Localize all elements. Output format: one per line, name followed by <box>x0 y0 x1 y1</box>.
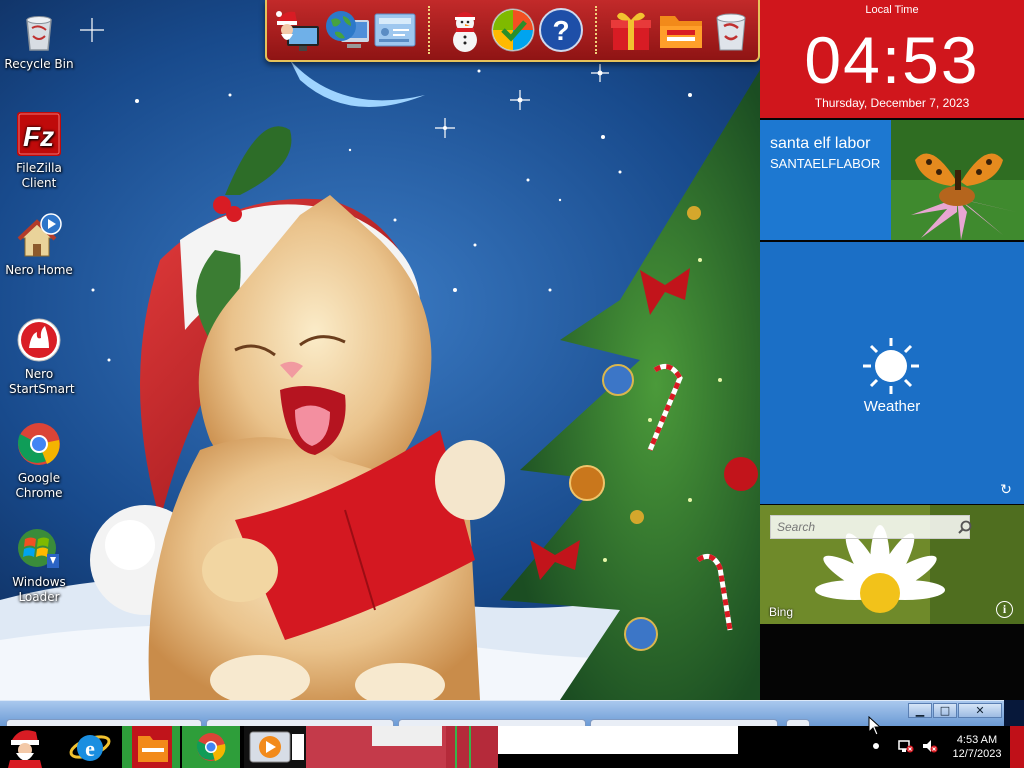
network-error-icon[interactable] <box>898 738 914 754</box>
desktop-icon-nero-startsmart[interactable]: Nero StartSmart <box>0 316 78 397</box>
minimize-button[interactable]: ▁ <box>908 703 932 718</box>
close-button[interactable]: ✕ <box>958 703 1002 718</box>
desktop-icon-label: Nero Home <box>5 263 73 277</box>
refresh-icon[interactable]: ↻ <box>998 482 1014 498</box>
nero-home-icon <box>15 212 63 260</box>
clock-date: Thursday, December 7, 2023 <box>814 96 970 110</box>
bing-search-placeholder: Search <box>777 520 816 534</box>
clock-time: 04:53 <box>804 23 980 97</box>
show-desktop-button[interactable] <box>1010 726 1024 768</box>
help-icon[interactable]: ? <box>537 6 585 54</box>
user-tile[interactable]: santa elf labor SANTAELFLABOR <box>760 120 891 240</box>
sun-icon <box>863 338 919 394</box>
desktop-icon-label: Windows Loader <box>12 575 66 604</box>
windows-loader-icon <box>15 524 63 572</box>
start-button[interactable] <box>0 726 54 768</box>
svg-text:e: e <box>85 736 95 761</box>
tray-date: 12/7/2023 <box>952 748 1002 760</box>
trash-icon[interactable] <box>707 6 755 54</box>
weather-tile[interactable]: Weather ↻ <box>760 242 1024 504</box>
clock-caption: Local Time <box>865 4 919 16</box>
desktop-icon-label: FileZilla Client <box>16 161 62 190</box>
file-explorer-icon <box>122 726 180 768</box>
browser-window-titlebar[interactable] <box>0 700 1004 729</box>
internet-explorer-icon: e <box>69 735 111 761</box>
taskbar-file-explorer[interactable] <box>122 726 180 768</box>
folder-icon[interactable] <box>657 6 705 54</box>
tray-dot-icon[interactable] <box>868 738 884 754</box>
weather-label: Weather <box>863 398 921 415</box>
santa-computer-icon[interactable] <box>275 6 323 54</box>
desktop-icon-nero-home[interactable]: Nero Home <box>0 212 78 278</box>
user-account-id: SANTAELFLABOR <box>770 156 881 171</box>
taskbar-media-player[interactable] <box>244 726 306 768</box>
desktop-icon-label: Google Chrome <box>15 471 63 500</box>
svg-text:Fz: Fz <box>23 121 54 152</box>
snowman-icon[interactable] <box>441 6 489 54</box>
gift-icon[interactable] <box>607 6 655 54</box>
info-icon[interactable]: i <box>996 601 1013 618</box>
taskbar-internet-explorer[interactable]: e <box>66 726 114 768</box>
taskbar-running-app[interactable] <box>306 726 498 768</box>
filezilla-icon: Fz <box>15 110 63 158</box>
svg-text:?: ? <box>552 15 569 46</box>
search-icon[interactable] <box>957 519 973 535</box>
bing-tile[interactable]: Search Bing i <box>760 505 1024 624</box>
desktop-icon-filezilla[interactable]: Fz FileZilla Client <box>0 110 78 191</box>
desktop-icon-recycle-bin[interactable]: Recycle Bin <box>0 6 78 72</box>
nero-startsmart-icon <box>15 316 63 364</box>
recycle-bin-icon <box>15 6 63 54</box>
tray-clock[interactable]: 4:53 AM 12/7/2023 <box>946 733 1008 761</box>
santa-start-icon <box>0 726 54 768</box>
maximize-button[interactable]: □ <box>933 703 957 718</box>
metro-side-panel: Local Time 04:53 Thursday, December 7, 2… <box>760 0 1024 700</box>
volume-muted-icon[interactable] <box>922 738 938 754</box>
network-globe-icon[interactable] <box>323 6 371 54</box>
dock-separator <box>595 6 597 54</box>
taskbar-chrome[interactable] <box>182 726 240 768</box>
desktop-icon-windows-loader[interactable]: Windows Loader <box>0 524 78 605</box>
top-dock: ? <box>265 0 760 62</box>
user-avatar[interactable] <box>891 120 1024 240</box>
windows-update-icon[interactable] <box>489 6 537 54</box>
control-panel-icon[interactable] <box>371 6 419 54</box>
clock-tile[interactable]: Local Time 04:53 Thursday, December 7, 2… <box>760 0 1024 118</box>
user-name: santa elf labor <box>770 135 871 152</box>
mouse-cursor-icon <box>868 716 882 736</box>
bing-search-input[interactable]: Search <box>770 515 973 539</box>
desktop-icon-label: Nero StartSmart <box>9 367 75 396</box>
media-player-icon <box>244 726 306 768</box>
chrome-icon <box>182 726 240 768</box>
bing-label: Bing <box>769 605 794 619</box>
chrome-icon <box>15 420 63 468</box>
dock-separator <box>428 6 430 54</box>
taskbar-running-app[interactable] <box>498 726 738 768</box>
desktop-icon-google-chrome[interactable]: Google Chrome <box>0 420 78 501</box>
desktop-icon-label: Recycle Bin <box>4 57 74 71</box>
tray-time: 4:53 AM <box>956 734 998 746</box>
